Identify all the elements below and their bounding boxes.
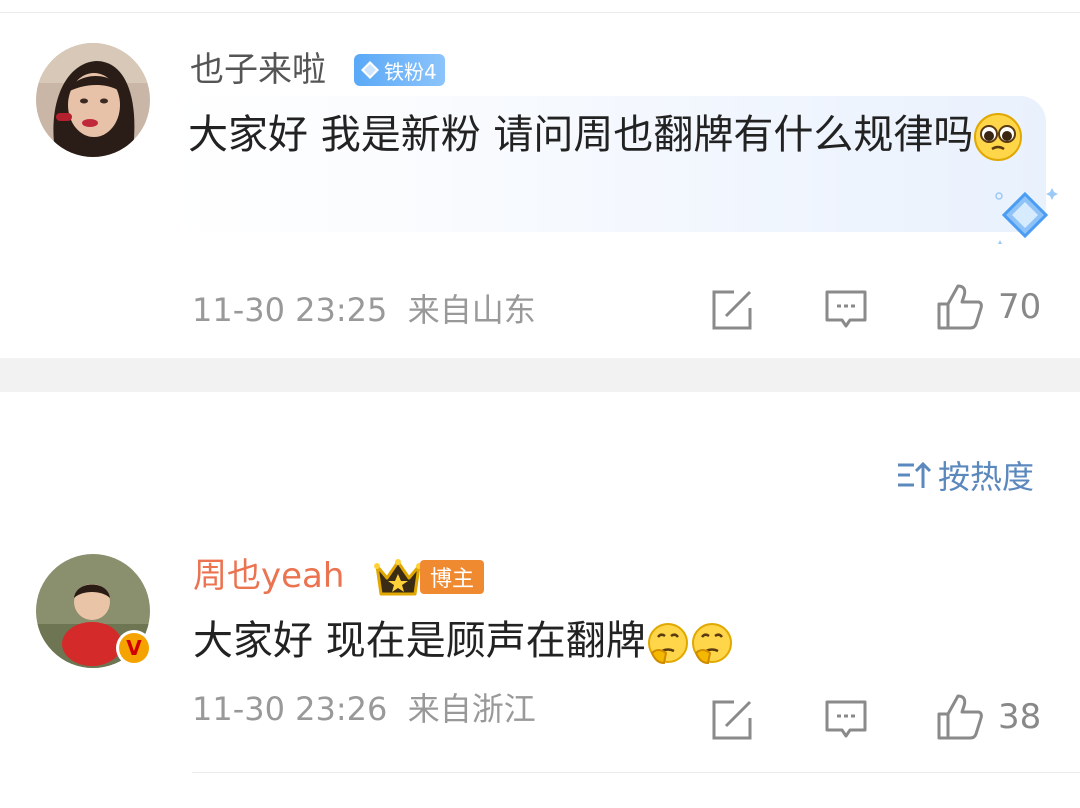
username[interactable]: 也子来啦	[190, 48, 326, 92]
verified-badge: V	[116, 630, 152, 666]
sort-label: 按热度	[937, 458, 1034, 496]
comment-card-2: 按热度 V 周也yeah 博主 大家好 现在是顾声在翻牌 11-30 23:26…	[0, 392, 1080, 808]
sort-by-hot-button[interactable]: 按热度	[896, 452, 1034, 498]
comment-text: 大家好 现在是顾声在翻牌	[193, 612, 734, 670]
blogger-badge: 博主	[420, 560, 485, 594]
comment-icon	[825, 290, 867, 328]
share-button[interactable]	[710, 698, 754, 742]
comment-meta: 11-30 23:25 来自山东	[192, 291, 536, 329]
fan-diamond-decoration-icon	[995, 188, 1058, 244]
comment-card-1: 也子来啦 铁粉4 大家好 我是新粉 请问周也翻牌有什么规律吗 11-30 23:…	[0, 14, 1080, 358]
thumbs-up-icon	[937, 694, 983, 740]
comment-icon	[825, 700, 867, 738]
diamond-icon	[361, 61, 379, 79]
comment-button[interactable]	[824, 698, 868, 742]
comment-button[interactable]	[824, 288, 868, 332]
like-count: 38	[998, 697, 1042, 737]
top-divider	[0, 12, 1080, 13]
thinking-face-icon	[691, 623, 732, 665]
pleading-face-icon	[974, 113, 1023, 161]
sort-icon	[897, 461, 932, 488]
thumbs-up-icon	[937, 284, 983, 330]
comment-meta: 11-30 23:26 来自浙江	[192, 690, 536, 728]
thinking-face-icon	[647, 623, 688, 665]
comment-text: 大家好 我是新粉 请问周也翻牌有什么规律吗	[188, 106, 1038, 164]
like-button[interactable]: 38	[936, 692, 1041, 742]
fan-level-label: 铁粉4	[384, 59, 437, 84]
username[interactable]: 周也yeah	[193, 554, 344, 598]
share-button[interactable]	[710, 288, 754, 332]
avatar[interactable]	[36, 43, 150, 157]
crown-icon	[374, 559, 422, 596]
share-edit-icon	[712, 290, 752, 330]
like-button[interactable]: 70	[936, 282, 1041, 332]
section-divider	[0, 358, 1080, 392]
bottom-divider	[192, 772, 1080, 773]
share-edit-icon	[712, 700, 752, 740]
fan-level-badge[interactable]: 铁粉4	[354, 54, 445, 86]
like-count: 70	[998, 287, 1042, 327]
